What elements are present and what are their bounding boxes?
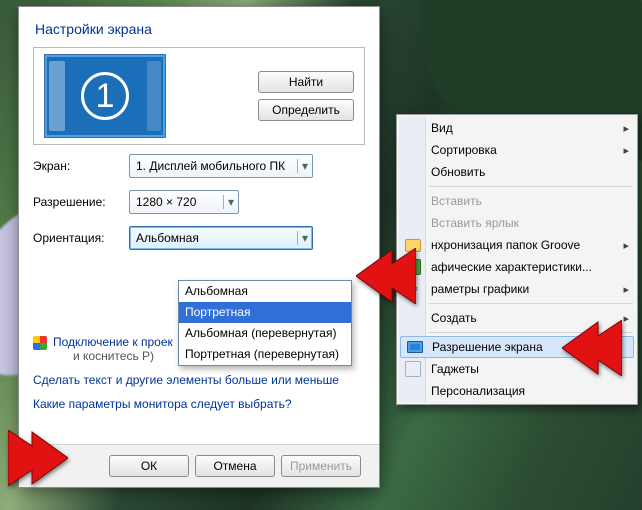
arrow-annotation-icon	[8, 430, 68, 486]
arrow-annotation-icon	[562, 320, 622, 376]
which-settings-link[interactable]: Какие параметры монитора следует выбрать…	[33, 397, 292, 411]
ctx-gfx-characteristics[interactable]: афические характеристики...	[399, 256, 635, 278]
find-button[interactable]: Найти	[258, 71, 354, 93]
display-preview-box: 1 Найти Определить	[33, 47, 365, 145]
cancel-button[interactable]: Отмена	[195, 455, 275, 477]
orientation-combo-value: Альбомная	[136, 231, 199, 245]
ctx-view[interactable]: Вид	[399, 117, 635, 139]
ctx-paste-shortcut: Вставить ярлык	[399, 212, 635, 234]
projector-hint: и коснитесь P)	[73, 349, 154, 363]
ok-button[interactable]: ОК	[109, 455, 189, 477]
resolution-label: Разрешение:	[33, 195, 129, 209]
ctx-paste: Вставить	[399, 190, 635, 212]
screen-label: Экран:	[33, 159, 129, 173]
arrow-annotation-icon	[356, 248, 416, 304]
monitor-icon	[407, 341, 423, 353]
resolution-combo[interactable]: 1280 × 720 ▾	[129, 190, 239, 214]
orientation-option[interactable]: Альбомная	[179, 281, 351, 302]
chevron-down-icon: ▾	[297, 231, 308, 245]
detect-button[interactable]: Определить	[258, 99, 354, 121]
apply-button[interactable]: Применить	[281, 455, 361, 477]
dialog-button-bar: ОК Отмена Применить	[19, 444, 379, 487]
chevron-down-icon: ▾	[297, 159, 308, 173]
orientation-option[interactable]: Альбомная (перевернутая)	[179, 323, 351, 344]
orientation-option[interactable]: Портретная (перевернутая)	[179, 344, 351, 365]
screen-settings-dialog: Настройки экрана 1 Найти Определить Экра…	[18, 6, 380, 488]
windows-flag-icon	[33, 336, 47, 350]
ctx-sort[interactable]: Сортировка	[399, 139, 635, 161]
dialog-title: Настройки экрана	[33, 17, 365, 47]
orientation-option[interactable]: Портретная	[179, 302, 351, 323]
ctx-gfx-params[interactable]: ⚙раметры графики	[399, 278, 635, 300]
gadget-icon	[405, 361, 421, 377]
orientation-dropdown: Альбомная Портретная Альбомная (переверн…	[178, 280, 352, 366]
orientation-label: Ориентация:	[33, 231, 129, 245]
ctx-groove[interactable]: нхронизация папок Groove	[399, 234, 635, 256]
textsize-link[interactable]: Сделать текст и другие элементы больше и…	[33, 373, 339, 387]
orientation-combo[interactable]: Альбомная ▾	[129, 226, 313, 250]
resolution-combo-value: 1280 × 720	[136, 195, 196, 209]
monitor-number: 1	[81, 72, 129, 120]
ctx-personalize[interactable]: Персонализация	[399, 380, 635, 402]
screen-combo-value: 1. Дисплей мобильного ПК	[136, 159, 285, 173]
monitor-thumbnail[interactable]: 1	[44, 54, 166, 138]
chevron-down-icon: ▾	[223, 195, 234, 209]
projector-link[interactable]: Подключение к проек	[53, 335, 173, 349]
ctx-refresh[interactable]: Обновить	[399, 161, 635, 183]
screen-combo[interactable]: 1. Дисплей мобильного ПК ▾	[129, 154, 313, 178]
